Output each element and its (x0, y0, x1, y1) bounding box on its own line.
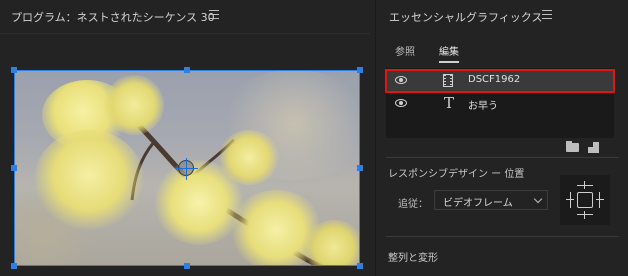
layer-name: お早う (468, 101, 498, 112)
follow-label: 追従： (398, 199, 428, 210)
tab-browse[interactable]: 参照 (395, 43, 415, 58)
follow-dropdown-value: ビデオフレーム (443, 198, 513, 209)
transform-handle-top-right[interactable] (357, 67, 363, 73)
new-layer-icon[interactable] (588, 142, 599, 153)
pin-selector[interactable] (560, 175, 610, 225)
pin-top-bar-icon (577, 185, 593, 186)
divider (386, 236, 619, 237)
text-icon: T (444, 94, 455, 112)
eye-icon[interactable] (395, 76, 407, 84)
folder-icon[interactable] (566, 141, 579, 152)
transform-handle-top-middle[interactable] (184, 67, 190, 73)
transform-handle-middle-right[interactable] (357, 165, 363, 171)
anchor-point-icon[interactable] (176, 158, 198, 180)
pin-center-icon[interactable] (577, 192, 593, 208)
pin-left-bar-icon (570, 192, 571, 208)
chevron-down-icon (533, 194, 543, 204)
layer-row-text[interactable]: T お早う (386, 93, 614, 115)
hamburger-icon[interactable] (542, 10, 552, 19)
transform-handle-bottom-middle[interactable] (184, 263, 190, 269)
program-monitor-panel: プログラム：ネストされたシーケンス 30 (0, 0, 370, 276)
transform-handle-bottom-left[interactable] (11, 263, 17, 269)
layer-name: DSCF1962 (468, 74, 521, 85)
pin-bottom-bar-icon (577, 214, 593, 215)
layer-list: DSCF1962 T お早う (385, 68, 615, 138)
pin-right-bar-icon (599, 192, 600, 208)
divider (386, 157, 619, 158)
essential-graphics-title: エッセンシャルグラフィックス (389, 11, 543, 24)
essential-graphics-tabs: 参照 編集 (376, 38, 628, 63)
essential-graphics-header: エッセンシャルグラフィックス (376, 0, 628, 34)
follow-dropdown[interactable]: ビデオフレーム (434, 190, 548, 210)
transform-handle-bottom-right[interactable] (357, 263, 363, 269)
responsive-design-section-title: レスポンシブデザイン ー 位置 (388, 169, 525, 180)
pin-bottom-icon[interactable] (584, 211, 585, 219)
tab-edit[interactable]: 編集 (439, 43, 459, 63)
transform-handle-top-left[interactable] (11, 67, 17, 73)
eye-icon[interactable] (395, 99, 407, 107)
transform-handle-middle-left[interactable] (11, 165, 17, 171)
align-transform-section-title: 整列と変形 (388, 253, 438, 264)
program-viewer (0, 0, 370, 276)
layer-actions (566, 141, 606, 154)
film-clip-icon (443, 74, 453, 87)
pin-right-icon[interactable] (596, 199, 604, 200)
layer-row-dscf1962[interactable]: DSCF1962 (385, 69, 615, 93)
essential-graphics-panel: エッセンシャルグラフィックス 参照 編集 DSCF1962 T お早う レスポン… (375, 0, 628, 276)
